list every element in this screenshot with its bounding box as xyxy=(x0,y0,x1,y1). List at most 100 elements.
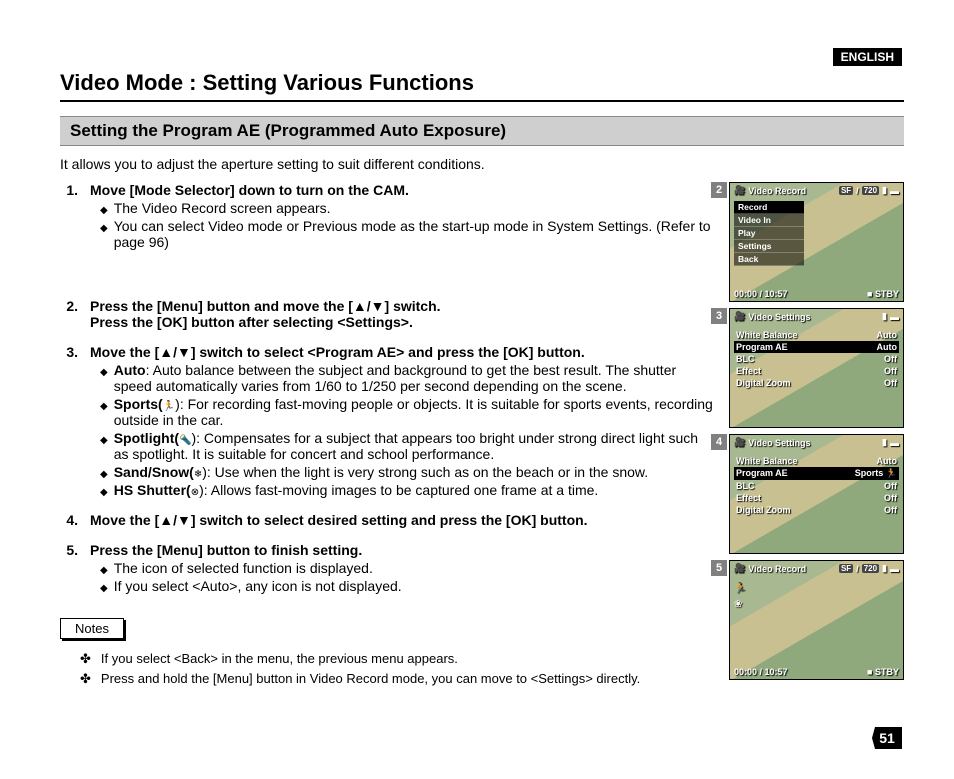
settings-table: White BalanceAuto Program AEAuto BLCOff … xyxy=(734,329,899,389)
battery-icon: ▬ xyxy=(890,438,899,448)
diamond-icon: ◆ xyxy=(100,469,108,480)
step-3: 3. Move the [▲/▼] switch to select <Prog… xyxy=(60,344,713,498)
section-title: Setting the Program AE (Programmed Auto … xyxy=(60,116,904,146)
sports-mode-icon: 🏃 xyxy=(734,583,746,594)
diamond-icon: ◆ xyxy=(100,205,108,216)
up-down-arrow-icon: ▲/▼ xyxy=(159,344,191,360)
sf-chip: SF xyxy=(839,186,853,195)
steps-column: 1. Move [Mode Selector] down to turn on … xyxy=(60,182,717,691)
screenshots-column: 2 🎥 Video Record SF / 720 ▮ ▬ Record Vid… xyxy=(729,182,904,691)
intro-text: It allows you to adjust the aperture set… xyxy=(60,156,904,172)
row-program-ae: Program AEAuto xyxy=(734,341,899,353)
screenshot-5: 5 🎥 Video Record SF / 720 ▮ ▬ 🏃 ❀ 00:00 … xyxy=(729,560,904,680)
menu-item-video-in: Video In xyxy=(734,214,804,227)
up-down-arrow-icon: ▲/▼ xyxy=(159,512,191,528)
res-chip: 720 xyxy=(862,564,879,573)
screenshot-3: 3 🎥 Video Settings ▮ ▬ White BalanceAuto… xyxy=(729,308,904,428)
bullet-text: Sports(🏃): For recording fast-moving peo… xyxy=(114,396,713,428)
row-white-balance: White BalanceAuto xyxy=(734,329,899,341)
language-badge: ENGLISH xyxy=(833,48,902,66)
sports-icon: 🏃 xyxy=(886,468,897,478)
step-title: Press the [Menu] button to finish settin… xyxy=(90,542,362,558)
step-title: Move the [▲/▼] switch to select <Program… xyxy=(90,344,585,360)
bullet-text: Sand/Snow(❄): Use when the light is very… xyxy=(114,464,648,480)
up-down-arrow-icon: ▲/▼ xyxy=(353,298,385,314)
time-counter: 00:00 / 10:57 xyxy=(734,667,788,677)
memory-icon: ▮ xyxy=(882,311,887,322)
status-text: ■ STBY xyxy=(867,289,899,299)
row-digital-zoom: Digital ZoomOff xyxy=(734,377,899,389)
memory-icon: ▮ xyxy=(882,437,887,448)
slash: / xyxy=(856,186,859,196)
menu-item-settings: Settings xyxy=(734,240,804,253)
bullet-text: You can select Video mode or Previous mo… xyxy=(114,218,713,250)
bullet-text: HS Shutter(⊗): Allows fast-moving images… xyxy=(114,482,599,498)
screenshot-number: 4 xyxy=(711,434,727,450)
bullet-text: Auto: Auto balance between the subject a… xyxy=(114,362,713,394)
bullet-text: The icon of selected function is display… xyxy=(114,560,373,576)
row-effect: EffectOff xyxy=(734,492,899,504)
focus-icon: ❀ xyxy=(734,599,742,610)
screenshot-number: 2 xyxy=(711,182,727,198)
note-item: ✤If you select <Back> in the menu, the p… xyxy=(80,651,713,667)
snow-icon: ❄ xyxy=(194,469,202,480)
header-title: Video Settings xyxy=(748,438,810,448)
bullet-text: The Video Record screen appears. xyxy=(114,200,331,216)
diamond-icon: ◆ xyxy=(100,401,108,412)
battery-icon: ▬ xyxy=(890,312,899,322)
diamond-icon: ◆ xyxy=(100,487,108,498)
step-title: Press the [Menu] button and move the [▲/… xyxy=(90,298,441,330)
menu-item-play: Play xyxy=(734,227,804,240)
page-title: Video Mode : Setting Various Functions xyxy=(60,70,904,102)
notes-label: Notes xyxy=(60,618,124,639)
slash: / xyxy=(856,564,859,574)
header-title: Video Record xyxy=(748,564,806,574)
res-chip: 720 xyxy=(862,186,879,195)
step-2: 2. Press the [Menu] button and move the … xyxy=(60,298,713,330)
camera-icon: 🎥 xyxy=(734,563,745,574)
step-number: 4. xyxy=(60,512,78,528)
step-number: 3. xyxy=(60,344,78,360)
row-white-balance: White BalanceAuto xyxy=(734,455,899,467)
step-number: 1. xyxy=(60,182,78,198)
step-title: Move [Mode Selector] down to turn on the… xyxy=(90,182,409,198)
status-text: ■ STBY xyxy=(867,667,899,677)
header-title: Video Record xyxy=(748,186,806,196)
camera-icon: 🎥 xyxy=(734,311,745,322)
spotlight-icon: 🔦 xyxy=(179,435,191,446)
menu-item-back: Back xyxy=(734,253,804,266)
fleuron-icon: ✤ xyxy=(80,671,91,687)
diamond-icon: ◆ xyxy=(100,565,108,576)
step-number: 2. xyxy=(60,298,78,330)
page-number: 51 xyxy=(872,727,902,749)
row-digital-zoom: Digital ZoomOff xyxy=(734,504,899,516)
screenshot-number: 3 xyxy=(711,308,727,324)
screenshot-4: 4 🎥 Video Settings ▮ ▬ White BalanceAuto… xyxy=(729,434,904,554)
settings-table: White BalanceAuto Program AESports 🏃 BLC… xyxy=(734,455,899,516)
screenshot-2: 2 🎥 Video Record SF / 720 ▮ ▬ Record Vid… xyxy=(729,182,904,302)
diamond-icon: ◆ xyxy=(100,583,108,594)
diamond-icon: ◆ xyxy=(100,367,108,378)
step-4: 4. Move the [▲/▼] switch to select desir… xyxy=(60,512,713,528)
camera-icon: 🎥 xyxy=(734,185,745,196)
step-5: 5. Press the [Menu] button to finish set… xyxy=(60,542,713,594)
diamond-icon: ◆ xyxy=(100,435,108,446)
sports-icon: 🏃 xyxy=(163,401,175,412)
content-area: 1. Move [Mode Selector] down to turn on … xyxy=(60,182,904,691)
sf-chip: SF xyxy=(839,564,853,573)
screenshot-number: 5 xyxy=(711,560,727,576)
shutter-icon: ⊗ xyxy=(191,487,199,498)
step-number: 5. xyxy=(60,542,78,558)
battery-icon: ▬ xyxy=(890,564,899,574)
memory-icon: ▮ xyxy=(882,185,887,196)
row-blc: BLCOff xyxy=(734,353,899,365)
bullet-text: If you select <Auto>, any icon is not di… xyxy=(114,578,402,594)
header-title: Video Settings xyxy=(748,312,810,322)
row-program-ae: Program AESports 🏃 xyxy=(734,467,899,480)
row-effect: EffectOff xyxy=(734,365,899,377)
camera-icon: 🎥 xyxy=(734,437,745,448)
battery-icon: ▬ xyxy=(890,186,899,196)
menu-item-record: Record xyxy=(734,201,804,214)
note-item: ✤Press and hold the [Menu] button in Vid… xyxy=(80,671,713,687)
memory-icon: ▮ xyxy=(882,563,887,574)
